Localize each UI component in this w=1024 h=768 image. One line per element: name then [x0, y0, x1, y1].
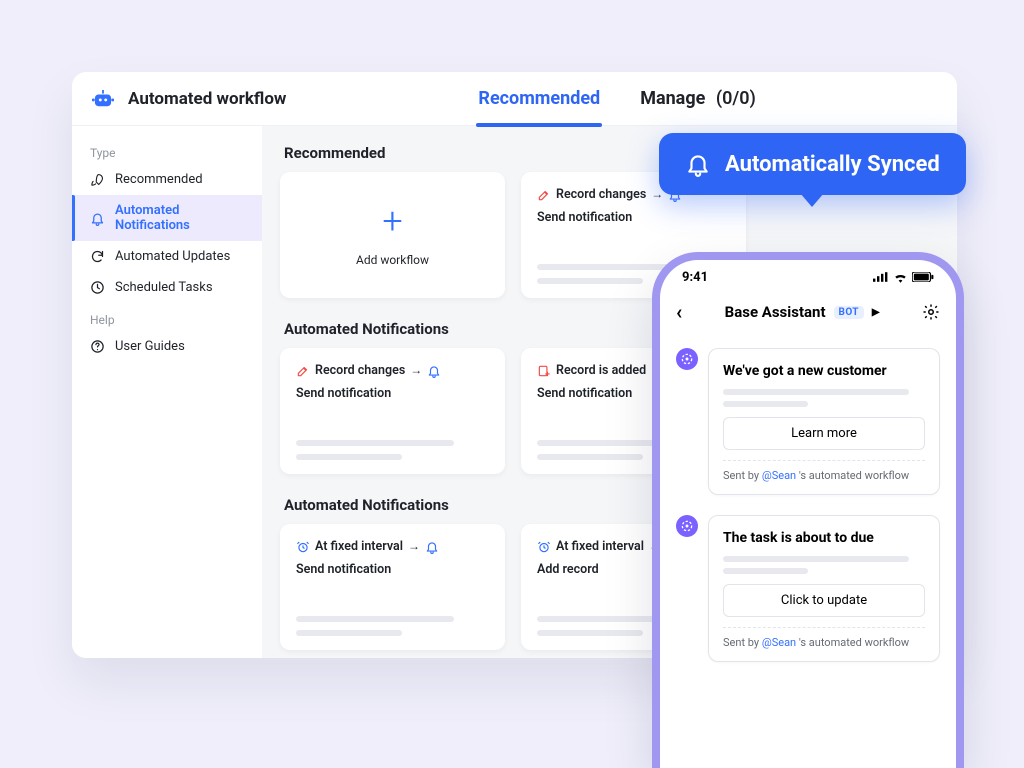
tab-recommended[interactable]: Recommended: [476, 72, 602, 125]
footer-suffix: 's automated workflow: [796, 469, 909, 482]
message-bubble: We've got a new customer Learn more Sent…: [708, 348, 940, 495]
sidebar-item-label: User Guides: [115, 339, 185, 354]
message-footer: Sent by @Sean 's automated workflow: [723, 460, 925, 482]
edit-icon: [296, 364, 310, 378]
action-text: Send notification: [296, 385, 391, 403]
message-title: We've got a new customer: [723, 363, 925, 379]
battery-icon: [912, 272, 934, 282]
status-time: 9:41: [682, 270, 708, 285]
page-title: Automated workflow: [128, 89, 286, 109]
sidebar-item-recommended[interactable]: Recommended: [72, 164, 262, 195]
phone-title: Base Assistant: [725, 303, 826, 321]
bell-icon: [425, 540, 439, 554]
message-footer: Sent by @Sean 's automated workflow: [723, 627, 925, 649]
footer-prefix: Sent by: [723, 469, 762, 482]
refresh-icon: [90, 249, 105, 264]
signal-icon: [873, 272, 889, 282]
plus-icon: +: [382, 203, 402, 239]
workflow-card-title: Record changes → Send notification: [296, 362, 489, 403]
bell-icon: [685, 151, 711, 177]
window-header: Automated workflow Recommended Manage (0…: [72, 72, 957, 126]
workflow-card-title: At fixed interval → Send notification: [296, 538, 489, 579]
trigger-text: Record changes: [315, 362, 405, 380]
placeholder-lines: [296, 440, 489, 460]
mention[interactable]: @Sean: [762, 469, 796, 482]
phone-feed: We've got a new customer Learn more Sent…: [660, 336, 956, 674]
settings-button[interactable]: [922, 303, 940, 321]
placeholder-lines: [723, 556, 925, 574]
footer-prefix: Sent by: [723, 636, 762, 649]
sidebar-item-automated-notifications[interactable]: Automated Notifications: [72, 195, 262, 241]
tab-manage[interactable]: Manage (0/0): [638, 72, 758, 125]
tab-count: (0/0): [716, 88, 756, 109]
edit-icon: [537, 188, 551, 202]
sidebar-item-user-guides[interactable]: User Guides: [72, 331, 262, 362]
sidebar-item-label: Scheduled Tasks: [115, 280, 213, 295]
bot-icon: [92, 90, 114, 108]
help-icon: [90, 339, 105, 354]
bell-icon: [427, 364, 441, 378]
phone-statusbar: 9:41: [660, 260, 956, 294]
footer-suffix: 's automated workflow: [796, 636, 909, 649]
sync-tooltip: Automatically Synced: [659, 133, 966, 195]
message: We've got a new customer Learn more Sent…: [676, 348, 940, 495]
workflow-card[interactable]: Record changes → Send notification: [280, 348, 505, 474]
header-tabs: Recommended Manage (0/0): [476, 72, 757, 125]
tab-label: Manage: [640, 88, 705, 109]
avatar-icon: [676, 348, 698, 370]
mention[interactable]: @Sean: [762, 636, 796, 649]
alarm-icon: [537, 540, 551, 554]
back-button[interactable]: ‹: [676, 300, 682, 324]
trigger-text: At fixed interval: [315, 538, 403, 556]
sidebar-section-title: Help: [72, 303, 262, 331]
sidebar-item-label: Automated Notifications: [115, 203, 244, 233]
arrow-icon: →: [408, 538, 420, 555]
action-text: Send notification: [537, 385, 632, 403]
tooltip-text: Automatically Synced: [725, 152, 940, 177]
sidebar-item-automated-updates[interactable]: Automated Updates: [72, 241, 262, 272]
add-workflow-label: Add workflow: [356, 253, 429, 267]
sidebar-item-label: Recommended: [115, 172, 203, 187]
rocket-icon: [90, 172, 105, 187]
alarm-icon: [296, 540, 310, 554]
message-bubble: The task is about to due Click to update…: [708, 515, 940, 662]
trigger-text: At fixed interval: [556, 538, 644, 556]
trigger-text: Record changes: [556, 186, 646, 204]
bot-badge: BOT: [834, 306, 864, 319]
avatar-icon: [676, 515, 698, 537]
bell-icon: [90, 211, 105, 226]
add-workflow-card[interactable]: + Add workflow: [280, 172, 505, 298]
wifi-icon: [893, 272, 908, 283]
sidebar-section-title: Type: [72, 136, 262, 164]
workflow-card[interactable]: At fixed interval → Send notification: [280, 524, 505, 650]
trigger-text: Record is added: [556, 362, 646, 380]
click-to-update-button[interactable]: Click to update: [723, 584, 925, 617]
addrec-icon: [537, 364, 551, 378]
learn-more-button[interactable]: Learn more: [723, 417, 925, 450]
clock-icon: [90, 280, 105, 295]
sidebar-item-label: Automated Updates: [115, 249, 230, 264]
action-text: Send notification: [537, 209, 632, 227]
message-title: The task is about to due: [723, 530, 925, 546]
chevron-right-icon: ▶: [872, 307, 880, 318]
placeholder-lines: [296, 616, 489, 636]
sidebar: Type Recommended Automated Notifications…: [72, 126, 262, 658]
phone-header: ‹ Base Assistant BOT ▶: [660, 294, 956, 336]
message: The task is about to due Click to update…: [676, 515, 940, 662]
action-text: Add record: [537, 561, 599, 579]
phone-frame: 9:41 ‹ Base Assistant BOT ▶ We've got a …: [652, 252, 964, 768]
sidebar-item-scheduled-tasks[interactable]: Scheduled Tasks: [72, 272, 262, 303]
action-text: Send notification: [296, 561, 391, 579]
arrow-icon: →: [410, 362, 422, 379]
placeholder-lines: [723, 389, 925, 407]
tab-label: Recommended: [478, 88, 600, 109]
